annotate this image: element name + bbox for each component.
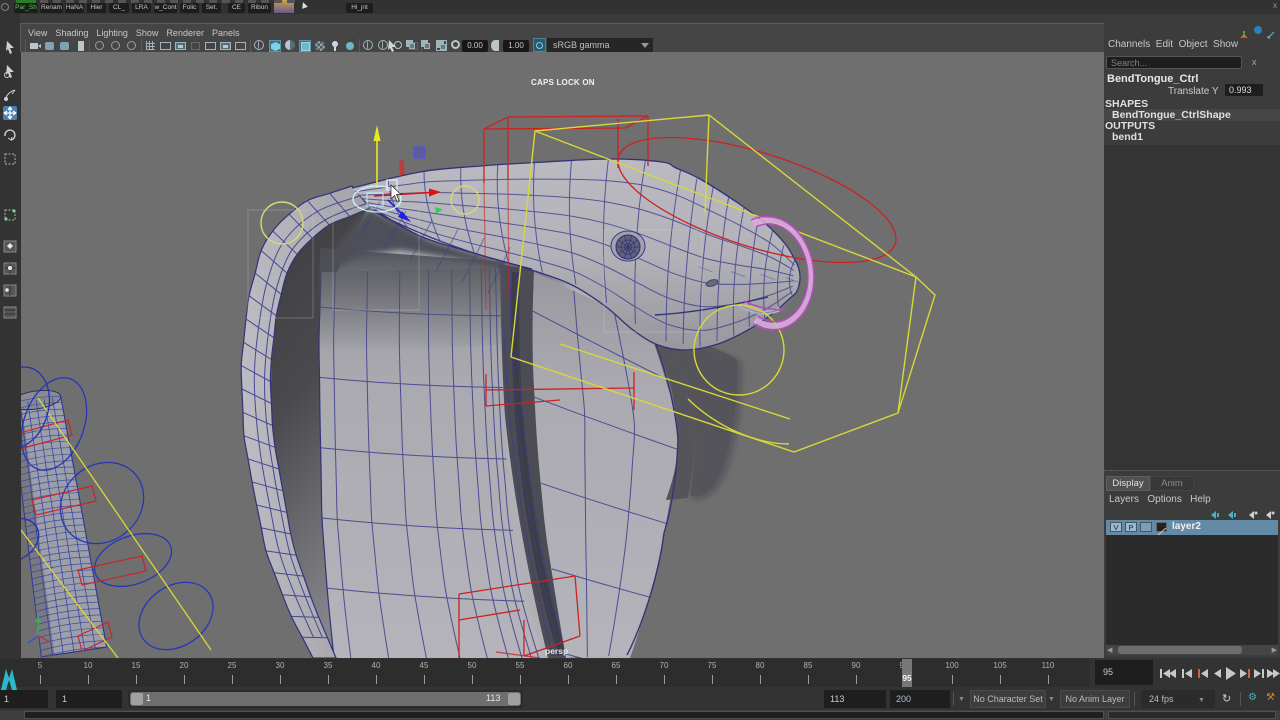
- svg-text:CAPS LOCK ON: CAPS LOCK ON: [531, 78, 595, 87]
- svg-text:persp: persp: [545, 646, 568, 656]
